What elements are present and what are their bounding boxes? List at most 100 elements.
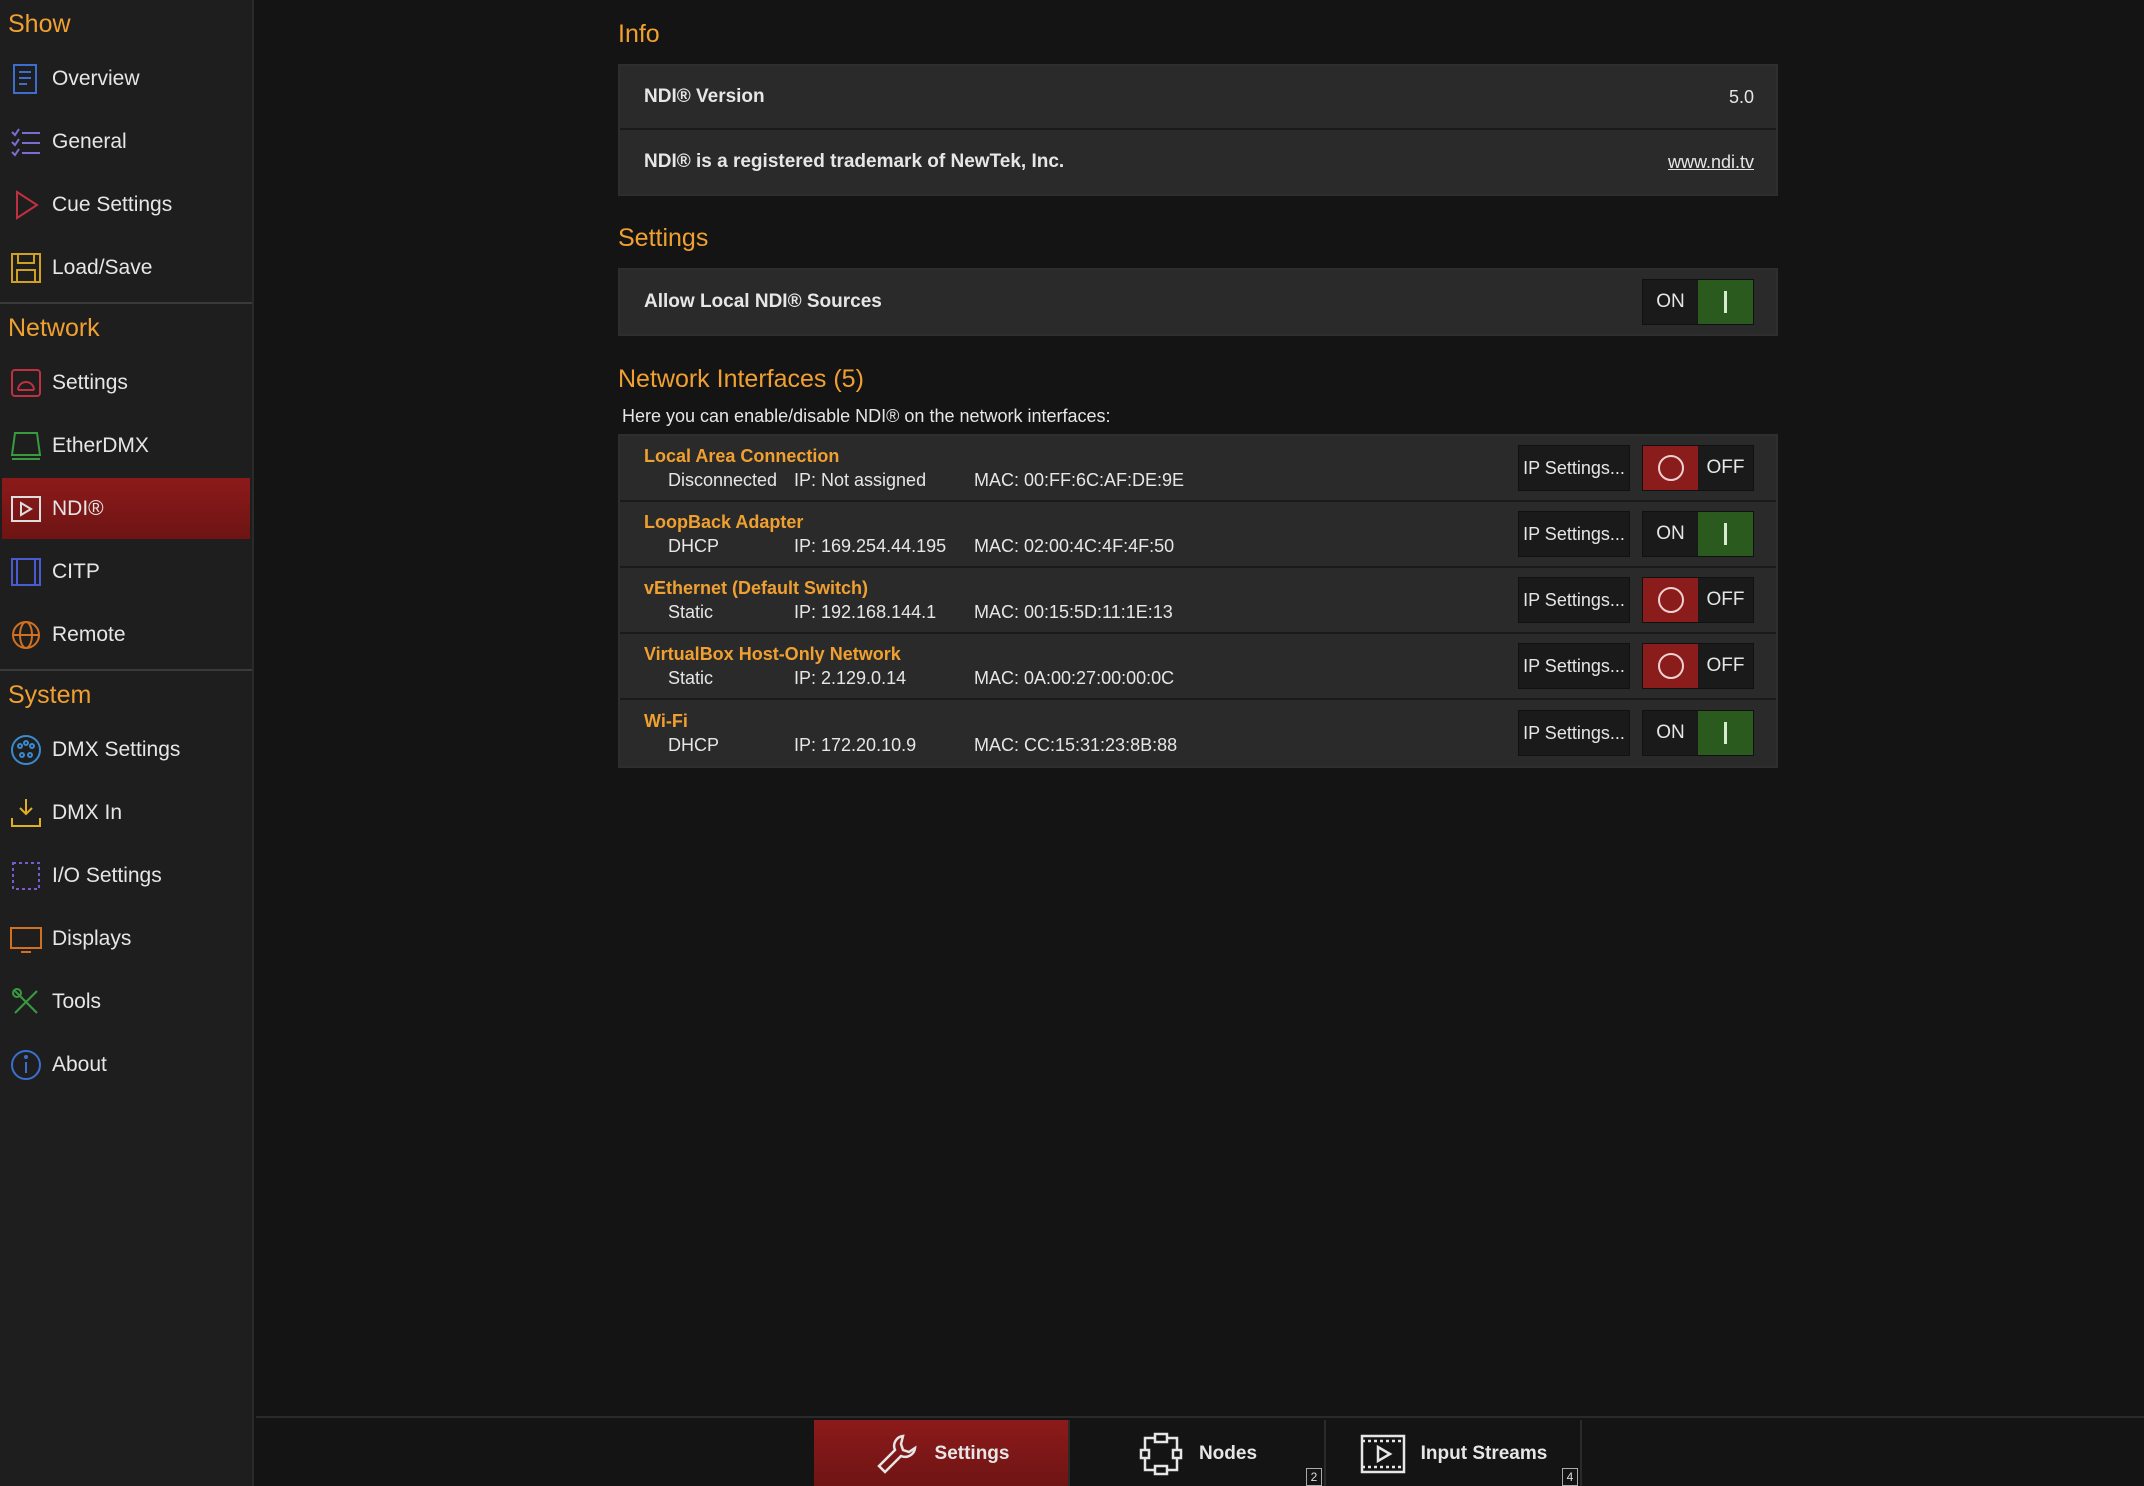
- ndi-website-link[interactable]: www.ndi.tv: [1668, 152, 1754, 173]
- settings-panel: Allow Local NDI® Sources ON: [618, 268, 1778, 336]
- sidebar-item-label: About: [52, 1052, 107, 1076]
- interface-mac: MAC: CC:15:31:23:8B:88: [974, 735, 1178, 755]
- input-streams-count-badge: 4: [1562, 1468, 1578, 1486]
- interface-ip: IP: 172.20.10.9: [794, 735, 917, 755]
- section-title-system: System: [8, 681, 92, 709]
- interface-mac: MAC: 02:00:4C:4F:4F:50: [974, 536, 1175, 556]
- general-icon: [8, 124, 44, 160]
- interface-mac: MAC: 0A:00:27:00:00:0C: [974, 668, 1175, 688]
- tools-icon: [8, 984, 44, 1020]
- interface-name: Wi-Fi: [644, 711, 688, 731]
- sidebar-item-citp[interactable]: CITP: [2, 541, 250, 602]
- interface-mode: Static: [668, 668, 714, 688]
- sidebar-item-label: EtherDMX: [52, 433, 149, 457]
- ip-settings-button[interactable]: IP Settings...: [1518, 445, 1630, 491]
- allow-local-label: Allow Local NDI® Sources: [644, 291, 882, 312]
- sidebar-item-ndi[interactable]: NDI®: [2, 478, 250, 539]
- allow-local-row: Allow Local NDI® Sources ON: [620, 270, 1776, 334]
- interfaces-panel: Local Area Connection Disconnected IP: N…: [618, 434, 1778, 768]
- interface-mac: MAC: 00:15:5D:11:1E:13: [974, 602, 1173, 622]
- interface-ip: IP: 192.168.144.1: [794, 602, 937, 622]
- interface-mode: Static: [668, 602, 714, 622]
- sidebar-item-load-save[interactable]: Load/Save: [2, 237, 250, 298]
- sidebar-item-cue-settings[interactable]: Cue Settings: [2, 174, 250, 235]
- sidebar-item-tools[interactable]: Tools: [2, 971, 250, 1032]
- input-streams-icon: [1360, 1434, 1405, 1474]
- toggle-on-knob: [1698, 711, 1753, 755]
- sidebar-item-dmx-settings[interactable]: DMX Settings: [2, 719, 250, 780]
- toggle-off-knob: [1643, 644, 1698, 688]
- about-icon: [8, 1047, 44, 1083]
- sidebar-item-dmx-in[interactable]: DMX In: [2, 782, 250, 843]
- cue-settings-icon: [8, 187, 44, 223]
- sidebar-item-label: NDI®: [52, 496, 104, 520]
- ip-settings-button[interactable]: IP Settings...: [1518, 710, 1630, 756]
- allow-local-toggle[interactable]: ON: [1642, 279, 1754, 325]
- ndi-icon: [8, 491, 44, 527]
- ndi-version-label: NDI® Version: [644, 86, 765, 107]
- sidebar-item-about[interactable]: About: [2, 1034, 250, 1095]
- interface-mac: MAC: 00:FF:6C:AF:DE:9E: [974, 470, 1185, 490]
- tab-input-streams[interactable]: Input Streams 4: [1326, 1420, 1582, 1486]
- sidebar-item-label: Displays: [52, 926, 132, 950]
- sidebar-item-remote[interactable]: Remote: [2, 604, 250, 665]
- dmx-in-icon: [8, 795, 44, 831]
- toggle-on-knob: [1698, 280, 1753, 324]
- tab-settings[interactable]: Settings: [814, 1420, 1070, 1486]
- sidebar-item-general[interactable]: General: [2, 111, 250, 172]
- tab-label: Nodes: [1198, 1443, 1258, 1464]
- interface-toggle[interactable]: OFF: [1642, 577, 1754, 623]
- interface-mode: DHCP: [668, 536, 720, 556]
- toggle-state-label: ON: [1643, 512, 1698, 556]
- sidebar-item-label: Overview: [52, 66, 140, 90]
- tab-label: Input Streams: [1420, 1443, 1548, 1464]
- interface-row: LoopBack Adapter DHCP IP: 169.254.44.195…: [620, 502, 1776, 568]
- trademark-label: NDI® is a registered trademark of NewTek…: [644, 151, 1065, 172]
- toggle-state-label: OFF: [1698, 644, 1753, 688]
- info-panel: NDI® Version 5.0 NDI® is a registered tr…: [618, 64, 1778, 196]
- info-title: Info: [618, 20, 660, 48]
- sidebar-item-label: DMX Settings: [52, 737, 181, 761]
- network-settings-icon: [8, 365, 44, 401]
- toggle-off-knob: [1643, 446, 1698, 490]
- interface-toggle[interactable]: ON: [1642, 710, 1754, 756]
- etherdmx-icon: [8, 428, 44, 464]
- sidebar-item-overview[interactable]: Overview: [2, 48, 250, 109]
- toggle-state-label: ON: [1643, 711, 1698, 755]
- interface-name: Local Area Connection: [644, 446, 840, 466]
- interface-toggle[interactable]: ON: [1642, 511, 1754, 557]
- tab-nodes[interactable]: Nodes 2: [1070, 1420, 1326, 1486]
- toggle-on-knob: [1698, 512, 1753, 556]
- interface-toggle[interactable]: OFF: [1642, 445, 1754, 491]
- trademark-row: NDI® is a registered trademark of NewTek…: [620, 130, 1776, 194]
- nodes-icon: [1139, 1432, 1183, 1476]
- sidebar-item-label: I/O Settings: [52, 863, 162, 887]
- sidebar-item-network-settings[interactable]: Settings: [2, 352, 250, 413]
- toggle-state-label: ON: [1643, 280, 1698, 324]
- sidebar-item-label: Tools: [52, 989, 102, 1013]
- bottom-tab-bar: Settings Nodes 2 Input Streams 4: [256, 1416, 2144, 1486]
- interface-row: Wi-Fi DHCP IP: 172.20.10.9 MAC: CC:15:31…: [620, 700, 1776, 766]
- sidebar-item-label: Load/Save: [52, 255, 153, 279]
- interface-ip: IP: 2.129.0.14: [794, 668, 907, 688]
- sidebar-item-displays[interactable]: Displays: [2, 908, 250, 969]
- overview-icon: [8, 61, 44, 97]
- interface-name: VirtualBox Host-Only Network: [644, 644, 901, 664]
- sidebar-item-label: Cue Settings: [52, 192, 173, 216]
- interface-row: VirtualBox Host-Only Network Static IP: …: [620, 634, 1776, 700]
- sidebar-item-label: General: [52, 129, 127, 153]
- sidebar-item-etherdmx[interactable]: EtherDMX: [2, 415, 250, 476]
- displays-icon: [8, 921, 44, 957]
- ndi-version-row: NDI® Version 5.0: [620, 66, 1776, 130]
- sidebar-item-label: Remote: [52, 622, 126, 646]
- ip-settings-button[interactable]: IP Settings...: [1518, 577, 1630, 623]
- remote-icon: [8, 617, 44, 653]
- ip-settings-button[interactable]: IP Settings...: [1518, 643, 1630, 689]
- ip-settings-button[interactable]: IP Settings...: [1518, 511, 1630, 557]
- toggle-state-label: OFF: [1698, 578, 1753, 622]
- sidebar-item-io-settings[interactable]: I/O Settings: [2, 845, 250, 906]
- interfaces-description: Here you can enable/disable NDI® on the …: [622, 406, 1111, 426]
- main-content: Info NDI® Version 5.0 NDI® is a register…: [256, 4, 2144, 1416]
- interface-toggle[interactable]: OFF: [1642, 643, 1754, 689]
- dmx-settings-icon: [8, 732, 44, 768]
